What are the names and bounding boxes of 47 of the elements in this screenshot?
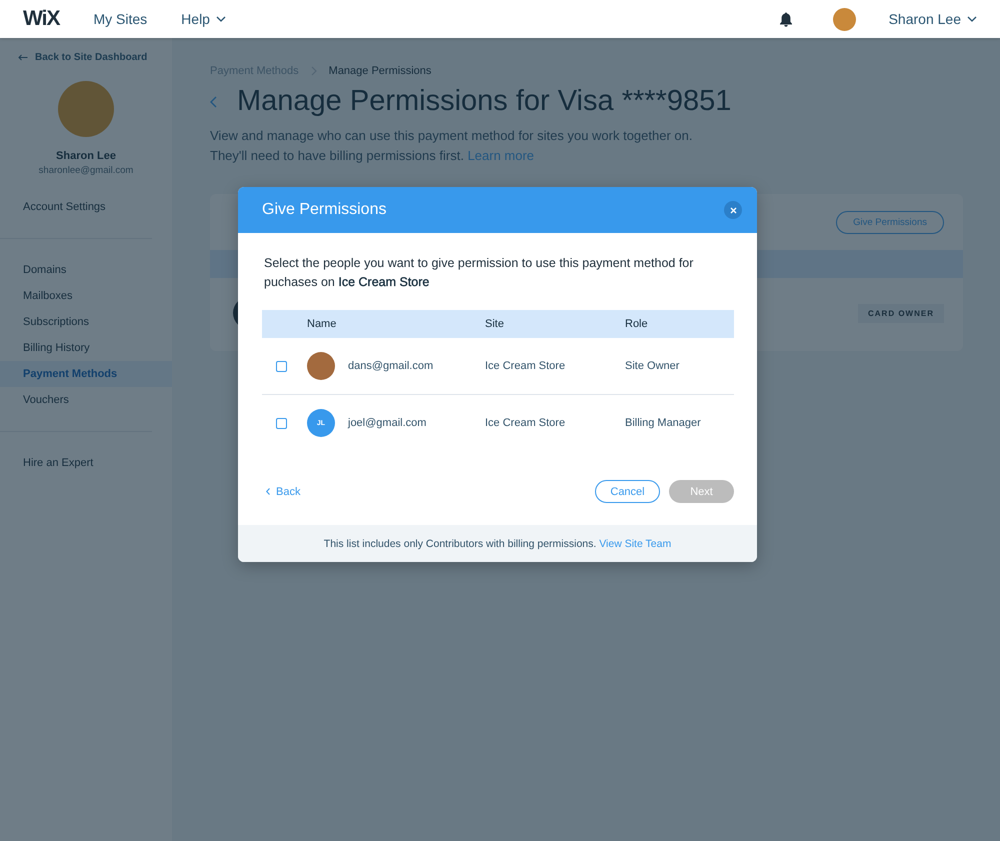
checkbox[interactable] — [276, 360, 287, 372]
page-description: View and manage who can use this payment method for sites you work together on. They'll need to have billing permissions first. Learn more — [210, 127, 694, 165]
breadcrumb-link[interactable]: Manage Permissions — [328, 65, 432, 77]
arrow-left-icon — [18, 54, 28, 61]
checkbox[interactable] — [276, 418, 287, 428]
view-site-team-link[interactable]: View Site Team — [599, 538, 672, 550]
sidebar-item[interactable]: Hire an Expert — [0, 450, 152, 476]
user-menu[interactable]: Sharon Lee — [888, 11, 977, 27]
chevron-down-icon — [967, 16, 977, 22]
role-text: Billing Manager — [625, 417, 701, 429]
column-header: Name — [307, 318, 336, 330]
give-permissions-button[interactable]: Give Permissions — [836, 210, 944, 234]
back-button[interactable]: Back — [262, 486, 300, 498]
dialog-title: Give Permissions — [262, 201, 386, 219]
sidebar-item[interactable]: Account Settings — [0, 194, 152, 220]
role-badge: CARD OWNER — [858, 304, 944, 322]
back-link[interactable]: Back to Site Dashboard — [18, 52, 172, 63]
chevron-left-icon — [266, 488, 270, 495]
nav-menu[interactable]: Help — [181, 11, 226, 27]
learn-more-link[interactable]: Learn more — [468, 148, 534, 162]
email-text: dans@gmail.com — [348, 360, 434, 372]
nav-menu[interactable]: My Sites — [93, 11, 148, 27]
sidebar-item[interactable]: Domains — [0, 257, 152, 283]
cancel-button[interactable]: Cancel — [595, 480, 660, 503]
sidebar-item[interactable]: Payment Methods — [0, 361, 172, 387]
avatar-photo-placeholder — [307, 352, 335, 380]
sidebar-item[interactable]: Billing History — [0, 335, 152, 361]
close-button[interactable] — [724, 201, 742, 219]
column-header: Role — [625, 318, 648, 330]
sidebar-item[interactable]: Vouchers — [0, 387, 152, 413]
chevron-left-icon[interactable] — [210, 96, 217, 108]
profile-name: Sharon Lee — [56, 150, 116, 162]
profile-email: sharonlee@gmail.com — [38, 165, 134, 176]
sidebar-item[interactable]: Subscriptions — [0, 309, 152, 335]
role-text: Site Owner — [625, 360, 680, 372]
site-text: Ice Cream Store — [485, 417, 566, 429]
footer-note: This list includes only Contributors with billing permissions. — [324, 538, 598, 550]
dialog-instructions: Select the people you want to give permission to use this payment method for puchases on Ice Cream Store — [263, 255, 694, 291]
sidebar-item[interactable]: Mailboxes — [0, 283, 152, 309]
column-header: Site — [485, 318, 504, 330]
email-text: joel@gmail.com — [348, 417, 426, 429]
site-text: Ice Cream Store — [485, 360, 566, 372]
close-icon — [730, 206, 736, 214]
avatar-photo-placeholder[interactable] — [832, 8, 856, 30]
bell-icon[interactable] — [778, 12, 793, 26]
logo[interactable]: WiX — [23, 7, 60, 31]
page-title: Manage Permissions for Visa ****9851 — [237, 85, 732, 118]
